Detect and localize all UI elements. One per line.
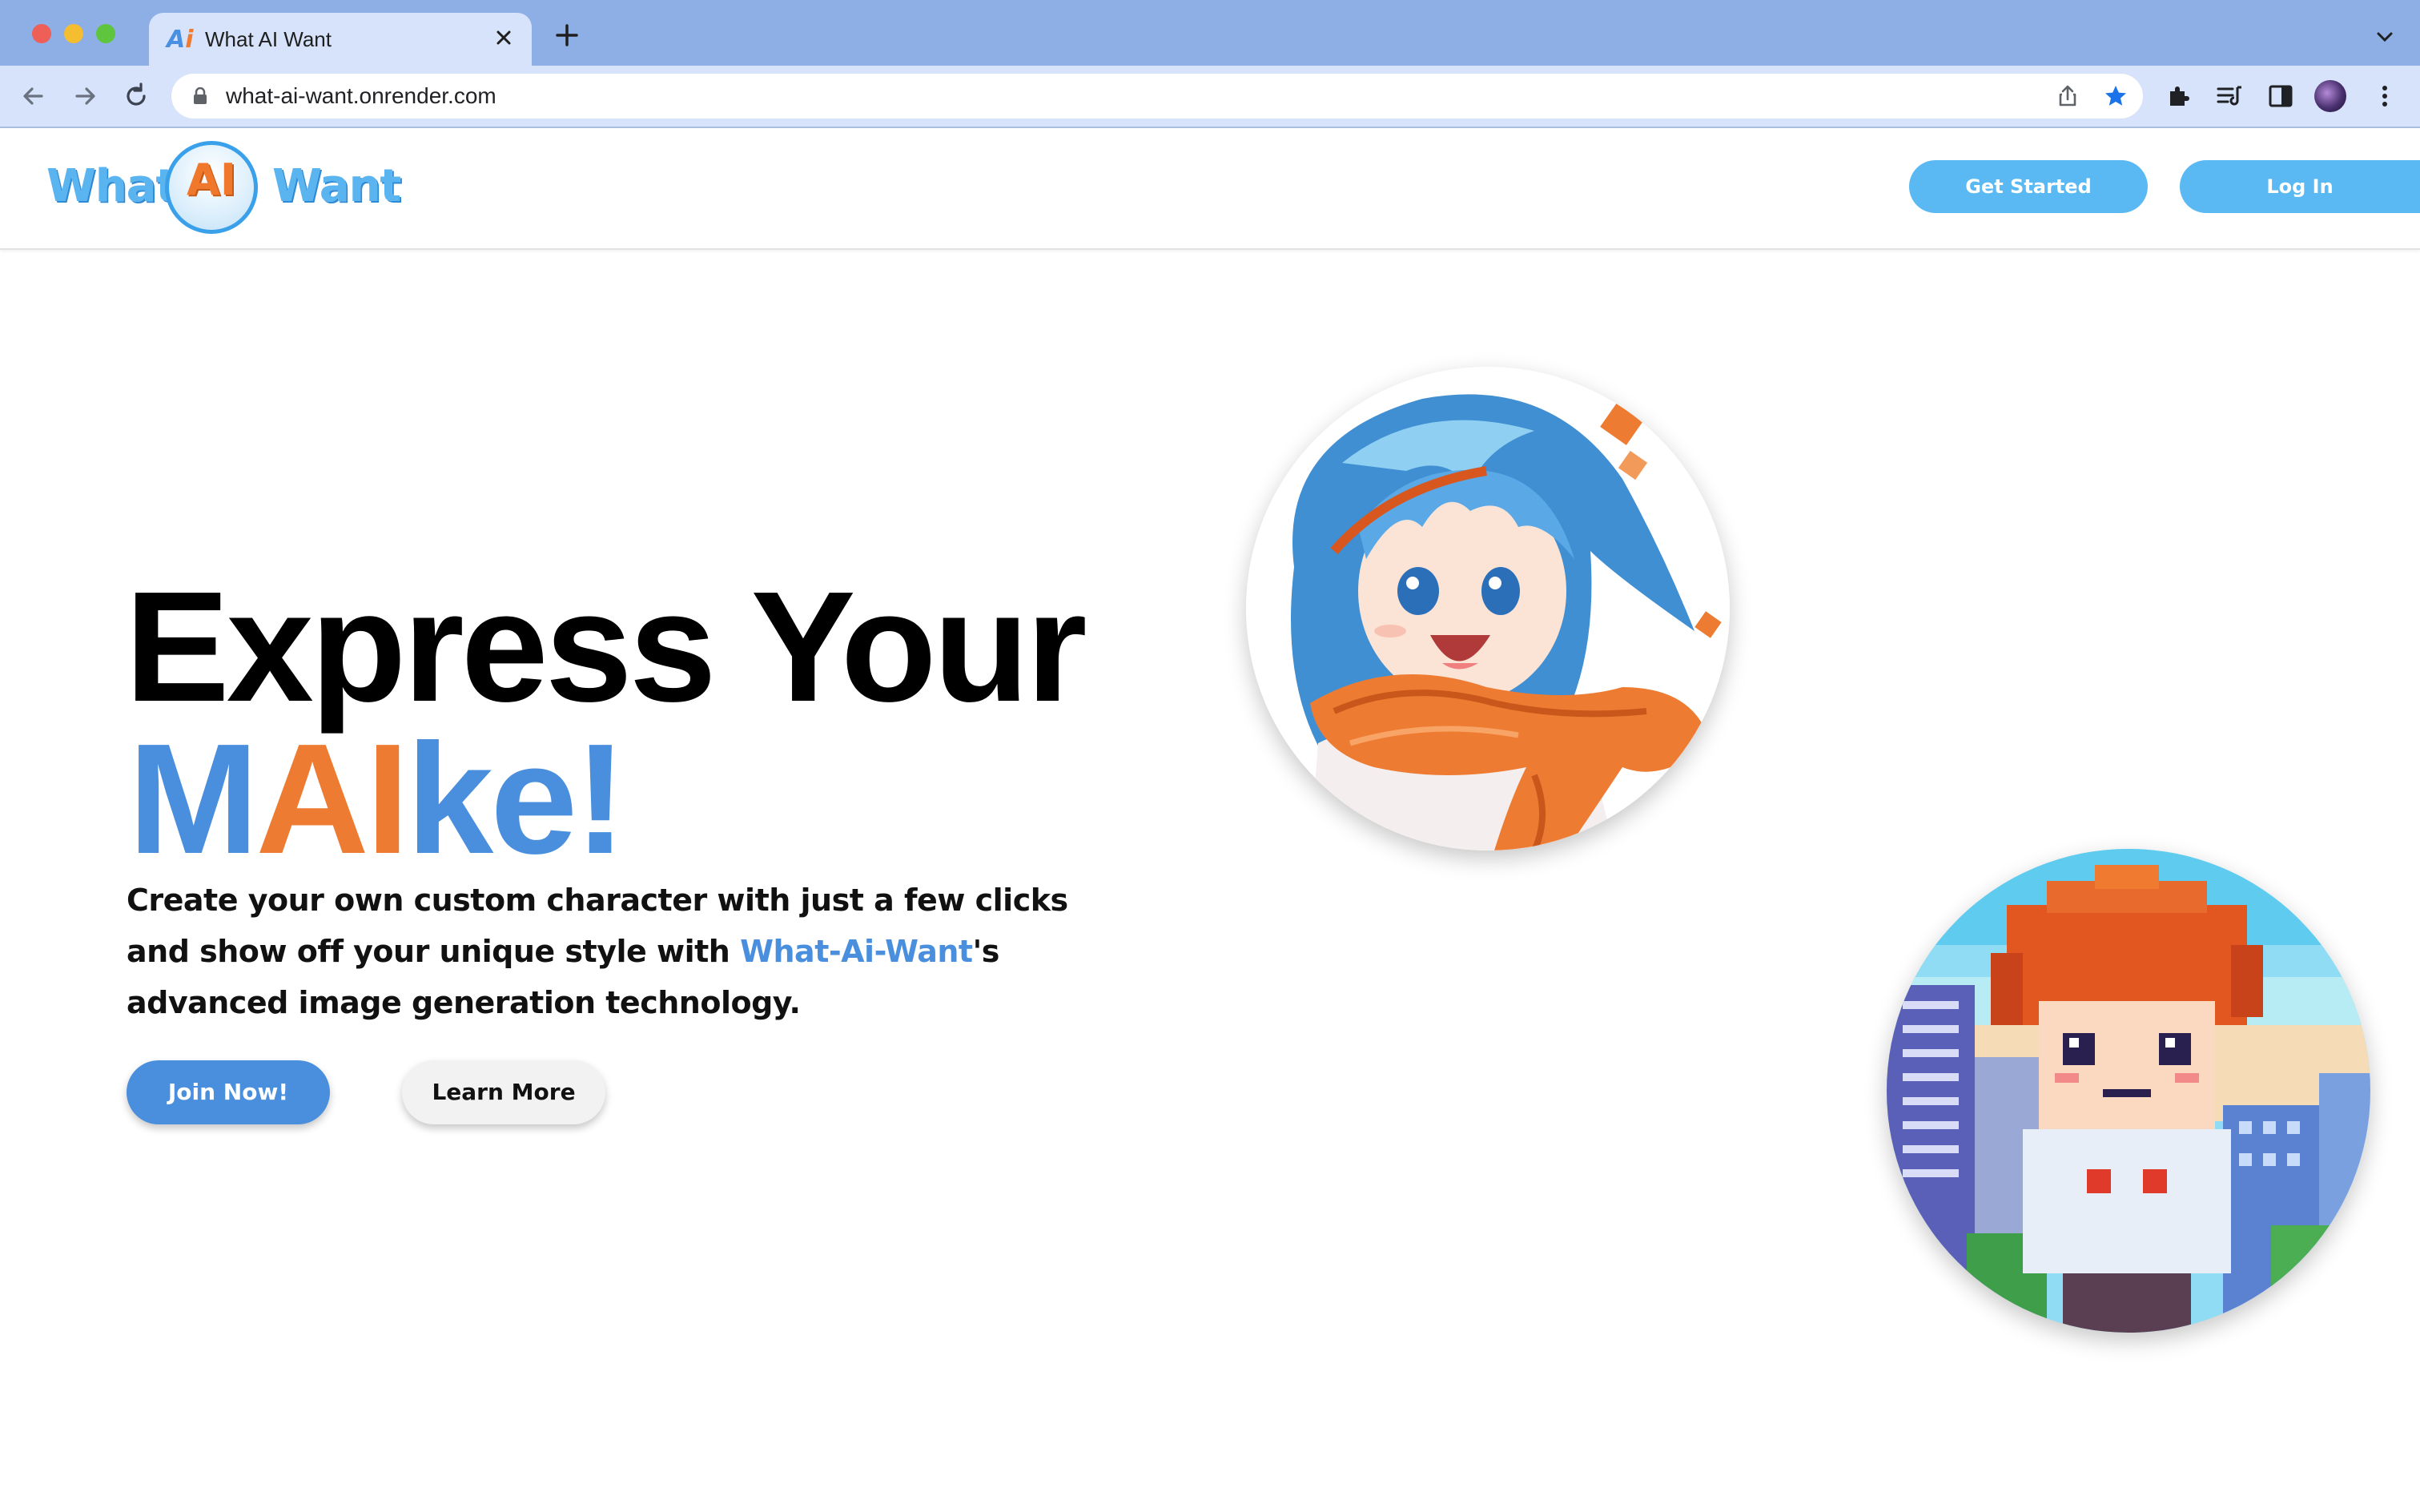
favicon-accent: i xyxy=(185,26,194,54)
join-now-button[interactable]: Join Now! xyxy=(127,1060,330,1124)
pixel-character-image xyxy=(1887,849,2370,1333)
brand-name-highlight: What-Ai-Want xyxy=(740,934,973,969)
reading-list-icon[interactable] xyxy=(2215,82,2244,111)
maximize-window-button[interactable] xyxy=(96,24,115,43)
side-panel-icon[interactable] xyxy=(2266,82,2295,111)
anime-character-image xyxy=(1246,367,1730,850)
close-window-button[interactable] xyxy=(32,24,51,43)
address-bar[interactable]: what-ai-want.onrender.com xyxy=(171,74,2143,119)
tab-search-chevron-icon[interactable] xyxy=(2374,26,2396,48)
extensions-icon[interactable] xyxy=(2164,82,2193,111)
forward-icon[interactable] xyxy=(69,80,101,112)
logo-word-want: Want xyxy=(272,160,401,212)
logo-badge: AI xyxy=(165,141,258,234)
hero-subtitle-ai: AI xyxy=(255,711,409,887)
new-tab-icon[interactable] xyxy=(553,21,581,50)
browser-tab-strip: Ai What AI Want xyxy=(0,0,2420,66)
hero-subtitle: MAIke! xyxy=(128,721,627,878)
back-icon[interactable] xyxy=(18,80,50,112)
get-started-button[interactable]: Get Started xyxy=(1909,160,2148,213)
site-header: What AI Want Get Started Log In xyxy=(0,128,2420,250)
site-favicon-icon: Ai xyxy=(167,26,195,54)
reload-icon[interactable] xyxy=(120,80,152,112)
learn-more-button[interactable]: Learn More xyxy=(402,1060,605,1124)
minimize-window-button[interactable] xyxy=(64,24,83,43)
logo-word-what: What xyxy=(46,160,177,212)
hero-subtitle-m: M xyxy=(128,711,259,887)
kebab-menu-icon[interactable] xyxy=(2370,82,2399,111)
tab-title: What AI Want xyxy=(205,27,332,51)
browser-toolbar: what-ai-want.onrender.com xyxy=(0,66,2420,128)
login-button[interactable]: Log In xyxy=(2180,160,2420,213)
lock-icon[interactable] xyxy=(192,86,208,105)
bookmark-star-icon[interactable] xyxy=(2103,83,2129,109)
profile-avatar-icon[interactable] xyxy=(2314,80,2346,112)
share-icon[interactable] xyxy=(2055,83,2080,109)
hero-title: Express Your xyxy=(125,559,1087,734)
hero-subtitle-ke: ke! xyxy=(406,711,626,887)
browser-tab-active[interactable]: Ai What AI Want xyxy=(149,13,532,66)
favicon-letter: A xyxy=(167,26,186,54)
tab-close-icon[interactable] xyxy=(490,24,517,51)
hero-description: Create your own custom character with ju… xyxy=(127,875,1136,1028)
site-logo[interactable]: What AI Want xyxy=(46,136,401,240)
url-text[interactable]: what-ai-want.onrender.com xyxy=(226,83,496,109)
logo-ai-text: AI xyxy=(187,155,236,205)
